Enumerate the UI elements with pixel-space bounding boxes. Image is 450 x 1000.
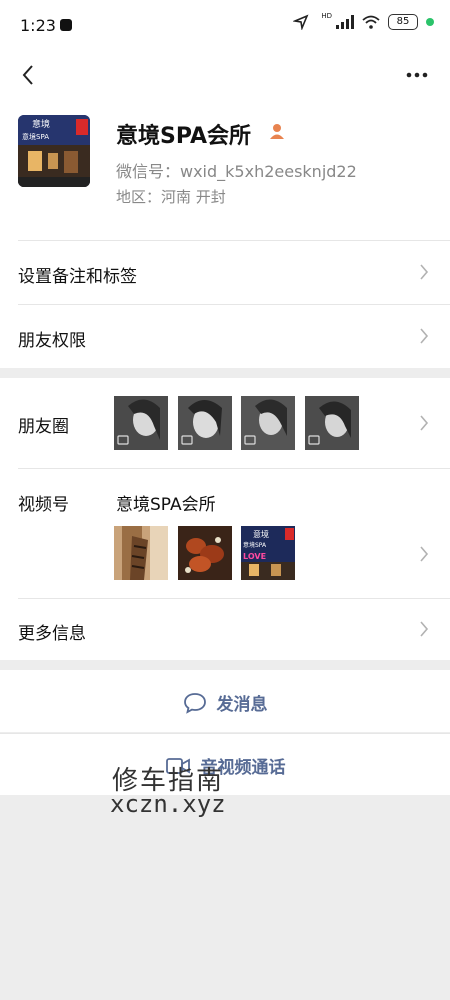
divider: [18, 468, 450, 469]
status-time: 1:23: [20, 16, 56, 35]
chevron-right-icon: [420, 546, 429, 562]
channels-thumbnail: [114, 526, 168, 580]
moments-thumbnail: [114, 396, 168, 450]
avatar[interactable]: 意境 意境SPA: [18, 115, 90, 187]
chevron-right-icon: [420, 415, 429, 431]
remark-tags-row[interactable]: 设置备注和标签: [0, 240, 450, 304]
chevron-right-icon: [420, 328, 429, 344]
channels-label: 视频号: [18, 495, 69, 515]
chevron-left-icon[interactable]: [14, 60, 44, 90]
chat-bubble-icon: [183, 692, 206, 714]
status-bar: 1:23 HD 85: [0, 0, 450, 52]
moments-thumbnail: [305, 396, 359, 450]
more-info-row[interactable]: 更多信息: [0, 598, 450, 660]
avatar-sign-line2: 意境SPA: [22, 132, 49, 141]
remark-tags-label: 设置备注和标签: [18, 267, 137, 287]
hd-label: HD: [321, 12, 332, 20]
thumb-sign-line1: 意境: [253, 529, 269, 539]
moments-thumbnail: [241, 396, 295, 450]
send-message-label: 发消息: [216, 695, 268, 715]
female-person-icon: [270, 124, 284, 139]
channels-row[interactable]: 视频号 意境SPA会所 意境 意境SPA LOVE: [0, 468, 450, 598]
moments-row[interactable]: 朋友圈: [0, 378, 450, 468]
more-dots-icon[interactable]: [402, 60, 432, 90]
status-icons: HD 85: [293, 12, 434, 30]
divider: [18, 304, 450, 305]
profile-header: 意境 意境SPA 意境SPA会所 微信号：wxid_k5xh2eesknjd22…: [0, 98, 450, 240]
channels-name: 意境SPA会所: [116, 495, 216, 515]
battery-indicator: 85: [388, 14, 418, 30]
profile-name: 意境SPA会所: [116, 124, 251, 149]
friend-permission-row[interactable]: 朋友权限: [0, 304, 450, 368]
channels-thumbnail: 意境 意境SPA LOVE: [241, 526, 295, 580]
thumb-sign-line2: 意境SPA: [243, 541, 267, 549]
nav-bar: [0, 52, 450, 98]
moments-label: 朋友圈: [18, 417, 69, 437]
send-message-button[interactable]: 发消息: [0, 670, 450, 732]
notification-icon: [60, 19, 72, 31]
friend-permission-label: 朋友权限: [18, 331, 86, 351]
wifi-icon: [362, 15, 380, 29]
divider: [18, 598, 450, 599]
location-icon: [293, 14, 309, 30]
divider: [18, 240, 450, 241]
divider: [0, 733, 450, 734]
video-call-button[interactable]: 音视频通话: [0, 733, 450, 795]
signal-icon: [336, 15, 354, 29]
chevron-right-icon: [420, 264, 429, 280]
channels-thumbnail: [178, 526, 232, 580]
avatar-sign-line1: 意境: [32, 118, 50, 130]
more-info-label: 更多信息: [18, 624, 86, 644]
moments-thumbnail: [178, 396, 232, 450]
region: 地区：河南 开封: [116, 188, 226, 206]
watermark-url: xczn.xyz: [110, 790, 226, 818]
privacy-indicator-dot: [426, 18, 434, 26]
chevron-right-icon: [420, 621, 429, 637]
thumb-sign-love: LOVE: [243, 552, 266, 561]
wechat-id: 微信号：wxid_k5xh2eesknjd22: [116, 162, 357, 181]
